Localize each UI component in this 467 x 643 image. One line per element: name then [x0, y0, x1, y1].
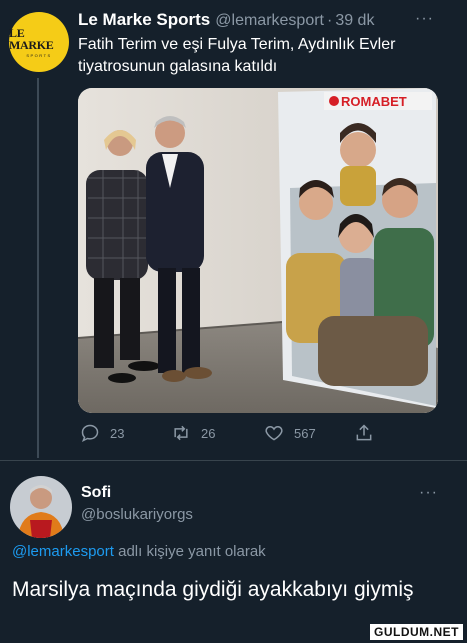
- thread-connector-line: [37, 78, 39, 458]
- share-icon: [356, 424, 372, 441]
- replying-to: @lemarkesport adlı kişiye yanıt olarak: [12, 543, 266, 560]
- tweet-header: Le Marke Sports @lemarkesport · 39 dk: [78, 10, 458, 32]
- share-button[interactable]: [354, 420, 384, 446]
- reply-icon: [81, 424, 99, 443]
- author-name[interactable]: Le Marke Sports: [78, 10, 210, 30]
- divider: [0, 460, 467, 461]
- reply-author-name[interactable]: Sofi: [81, 484, 111, 502]
- tweet-photo[interactable]: ROMABET: [78, 88, 438, 413]
- reply-author-handle[interactable]: @boslukariyorgs: [81, 506, 193, 523]
- retweet-button[interactable]: 26: [171, 420, 215, 446]
- avatar[interactable]: LE MARKE SPORTS: [9, 12, 69, 72]
- tweet: LE MARKE SPORTS Le Marke Sports @lemarke…: [0, 0, 467, 460]
- heart-icon: [265, 425, 283, 441]
- photo-illustration: ROMABET: [78, 88, 438, 413]
- separator-dot: ·: [326, 12, 333, 29]
- reply-button[interactable]: 23: [80, 420, 124, 446]
- author-handle[interactable]: @lemarkesport: [215, 12, 324, 30]
- tweet-text: Fatih Terim ve eşi Fulya Terim, Aydınlık…: [78, 36, 396, 75]
- like-button[interactable]: 567: [264, 420, 316, 446]
- poster-brand-text: ROMABET: [341, 94, 407, 109]
- retweet-icon: [174, 425, 188, 441]
- replying-to-suffix: adlı kişiye yanıt olarak: [113, 543, 266, 560]
- timestamp[interactable]: 39 dk: [335, 12, 374, 30]
- like-count: 567: [294, 425, 316, 441]
- more-options-icon[interactable]: ···: [415, 10, 434, 28]
- retweet-count: 26: [201, 425, 216, 441]
- watermark: GULDUM.NET: [370, 624, 463, 640]
- avatar-logo-text: LE MARKE: [9, 25, 54, 52]
- reply-more-options-icon[interactable]: ···: [419, 484, 438, 502]
- replying-to-mention[interactable]: @lemarkesport: [12, 543, 114, 560]
- tweet-actions: 23 26 567: [78, 420, 408, 446]
- avatar-logo-subtext: SPORTS: [26, 52, 52, 58]
- reply-avatar-image: [10, 476, 72, 538]
- reply-count: 23: [110, 425, 125, 441]
- reply-avatar[interactable]: [10, 476, 72, 538]
- reply-text: Marsilya maçında giydiği ayakkabıyı giym…: [12, 578, 414, 601]
